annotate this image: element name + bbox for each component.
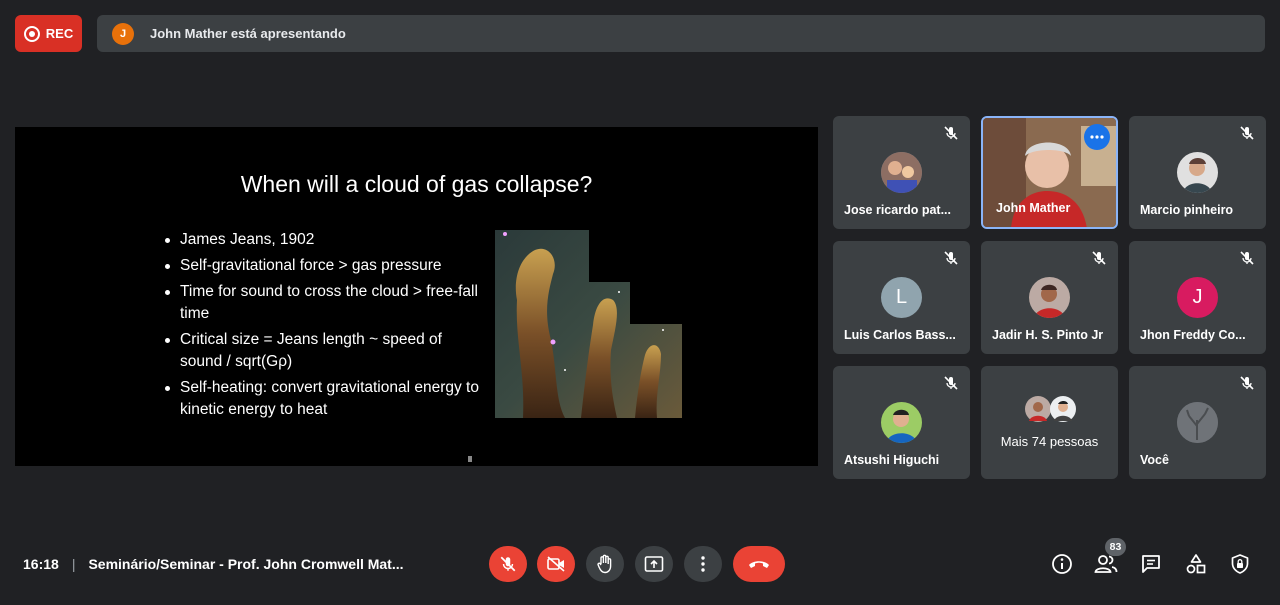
mic-off-icon — [944, 126, 958, 140]
participant-name: Marcio pinheiro — [1140, 203, 1234, 217]
more-participants-label: Mais 74 pessoas — [1000, 434, 1099, 449]
rec-label: REC — [45, 26, 74, 41]
participant-tile[interactable]: L Luis Carlos Bass... — [833, 241, 970, 354]
participant-avatar-initial: L — [881, 277, 922, 318]
participant-tile[interactable]: Atsushi Higuchi — [833, 366, 970, 479]
mic-off-icon — [500, 556, 516, 572]
leave-call-button[interactable] — [733, 546, 785, 582]
microphone-toggle-button[interactable] — [489, 546, 527, 582]
activities-icon — [1186, 554, 1206, 574]
participant-avatar-initial: J — [1177, 277, 1218, 318]
presentation-screen: When will a cloud of gas collapse? James… — [15, 127, 818, 466]
participant-name: Você — [1140, 453, 1169, 467]
more-options-button[interactable] — [684, 546, 722, 582]
more-participants-tile[interactable]: Mais 74 pessoas — [981, 366, 1118, 479]
participant-name: Jhon Freddy Co... — [1140, 328, 1246, 342]
slide-bullet: James Jeans, 1902 — [165, 229, 485, 251]
meeting-details-button[interactable] — [1050, 552, 1074, 576]
present-now-button[interactable] — [635, 546, 673, 582]
participant-name: Jose ricardo pat... — [844, 203, 951, 217]
host-controls-button[interactable] — [1228, 552, 1252, 576]
participant-avatar — [1177, 152, 1218, 193]
slide-bullet: Time for sound to cross the cloud > free… — [165, 281, 485, 325]
more-options-button[interactable] — [1084, 124, 1110, 150]
hang-up-icon — [749, 561, 769, 568]
participant-tile[interactable]: Marcio pinheiro — [1129, 116, 1266, 229]
record-icon — [23, 25, 40, 42]
more-vertical-icon — [701, 556, 705, 572]
activities-button[interactable] — [1184, 552, 1208, 576]
chat-button[interactable] — [1139, 552, 1163, 576]
participant-avatar — [1029, 277, 1070, 318]
more-participants-avatars — [1025, 396, 1076, 422]
participant-tile[interactable]: Jadir H. S. Pinto Jr — [981, 241, 1118, 354]
mic-off-icon — [1240, 251, 1254, 265]
participant-tile[interactable]: Jose ricardo pat... — [833, 116, 970, 229]
recording-indicator[interactable]: REC — [15, 15, 82, 52]
slide-bullet: Self-gravitational force > gas pressure — [165, 255, 485, 277]
pillars-of-creation-image — [495, 230, 682, 418]
clock-time: 16:18 — [23, 556, 59, 572]
slide-bullets: James Jeans, 1902 Self-gravitational for… — [165, 229, 485, 425]
shield-lock-icon — [1231, 554, 1249, 574]
slide-bullet: Critical size = Jeans length ~ speed of … — [165, 329, 485, 373]
mic-off-icon — [1240, 376, 1254, 390]
participant-name: John Mather — [996, 201, 1071, 215]
participant-name: Jadir H. S. Pinto Jr — [992, 328, 1104, 342]
camera-toggle-button[interactable] — [537, 546, 575, 582]
camera-off-icon — [547, 556, 565, 572]
mic-off-icon — [944, 376, 958, 390]
participant-tile-speaking[interactable]: John Mather — [981, 116, 1118, 229]
participant-tile[interactable]: J Jhon Freddy Co... — [1129, 241, 1266, 354]
raise-hand-button[interactable] — [586, 546, 624, 582]
participant-avatar — [881, 402, 922, 443]
mic-off-icon — [1240, 126, 1254, 140]
info-icon — [1052, 554, 1072, 574]
mic-off-icon — [1092, 251, 1106, 265]
participant-avatar — [881, 152, 922, 193]
meeting-details: 16:18 | Seminário/Seminar - Prof. John C… — [23, 556, 404, 572]
self-tile[interactable]: Você — [1129, 366, 1266, 479]
people-icon — [1094, 555, 1118, 573]
more-horizontal-icon — [1090, 135, 1104, 139]
slide-title: When will a cloud of gas collapse? — [240, 171, 593, 197]
presenter-avatar: J — [112, 22, 134, 45]
meeting-title: Seminário/Seminar - Prof. John Cromwell … — [88, 556, 404, 572]
mic-off-icon — [944, 251, 958, 265]
participant-count-badge: 83 — [1105, 538, 1126, 556]
participant-name: Atsushi Higuchi — [844, 453, 940, 467]
mouse-cursor — [468, 456, 472, 462]
presenting-banner: J John Mather está apresentando — [97, 15, 1265, 52]
divider: | — [71, 556, 76, 572]
slide-bullet: Self-heating: convert gravitational ener… — [165, 377, 485, 421]
self-avatar — [1177, 402, 1218, 443]
participant-name: Luis Carlos Bass... — [844, 328, 956, 342]
present-screen-icon — [644, 556, 664, 572]
hand-icon — [597, 554, 612, 574]
chat-icon — [1142, 555, 1160, 573]
presenting-text: John Mather está apresentando — [150, 26, 346, 41]
